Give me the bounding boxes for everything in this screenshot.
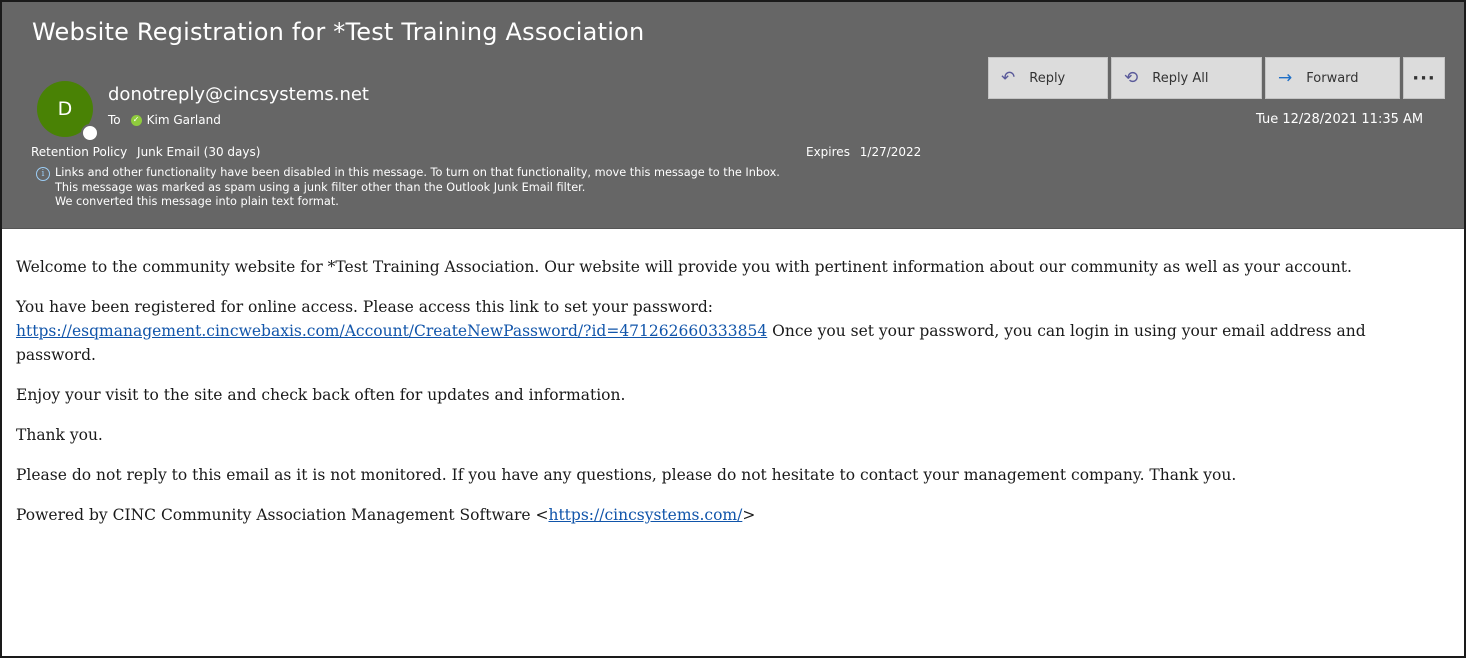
- recipient-name[interactable]: Kim Garland: [147, 113, 221, 127]
- to-label: To: [108, 113, 121, 127]
- body-text: Powered by CINC Community Association Ma…: [16, 506, 549, 524]
- body-paragraph: Thank you.: [16, 426, 103, 444]
- reply-all-icon: ⟲: [1124, 68, 1139, 88]
- available-check-icon: ✓: [130, 114, 142, 126]
- expires-value: 1/27/2022: [859, 145, 922, 159]
- email-reading-pane: Website Registration for *Test Training …: [0, 0, 1466, 658]
- sent-datetime: Tue 12/28/2021 11:35 AM: [1256, 112, 1424, 127]
- infobar: i Links and other functionality have bee…: [36, 166, 780, 210]
- infobar-line: This message was marked as spam using a …: [55, 180, 586, 194]
- body-paragraph: Enjoy your visit to the site and check b…: [16, 386, 626, 404]
- avatar-initial: D: [57, 98, 73, 120]
- expires-label: Expires: [806, 145, 850, 159]
- retention-policy: Retention Policy Junk Email (30 days): [31, 145, 260, 159]
- info-icon: i: [36, 167, 50, 181]
- forward-icon: →: [1278, 68, 1293, 88]
- create-password-link[interactable]: https://esqmanagement.cincwebaxis.com/Ac…: [16, 322, 767, 340]
- forward-button[interactable]: → Forward: [1265, 57, 1400, 99]
- body-text: You have been registered for online acce…: [16, 298, 714, 316]
- presence-status-icon: [81, 124, 99, 142]
- reply-all-label: Reply All: [1152, 70, 1209, 86]
- sender-address[interactable]: donotreply@cincsystems.net: [108, 84, 369, 105]
- infobar-line: We converted this message into plain tex…: [55, 195, 339, 208]
- more-icon: ···: [1412, 67, 1436, 89]
- email-subject: Website Registration for *Test Training …: [32, 18, 645, 46]
- message-actions: ↶ Reply ⟲ Reply All → Forward ···: [988, 57, 1445, 99]
- cincsystems-link[interactable]: https://cincsystems.com/: [548, 506, 742, 524]
- forward-label: Forward: [1306, 70, 1359, 86]
- body-paragraph: You have been registered for online acce…: [16, 295, 1450, 367]
- message-header: Website Registration for *Test Training …: [2, 2, 1464, 229]
- body-paragraph: Welcome to the community website for *Te…: [16, 258, 1352, 276]
- more-actions-button[interactable]: ···: [1403, 57, 1445, 99]
- reply-button[interactable]: ↶ Reply: [988, 57, 1108, 99]
- expires-info: Expires 1/27/2022: [806, 145, 921, 159]
- retention-value: Junk Email (30 days): [137, 145, 261, 159]
- infobar-line[interactable]: Links and other functionality have been …: [55, 166, 780, 181]
- reply-icon: ↶: [1001, 68, 1016, 88]
- reply-label: Reply: [1029, 70, 1066, 86]
- body-paragraph: Please do not reply to this email as it …: [16, 466, 1237, 484]
- body-text: >: [742, 506, 756, 524]
- recipient-row: To ✓ Kim Garland: [108, 113, 221, 127]
- message-body: Welcome to the community website for *Te…: [2, 229, 1464, 527]
- reply-all-button[interactable]: ⟲ Reply All: [1111, 57, 1262, 99]
- body-paragraph: Powered by CINC Community Association Ma…: [16, 503, 1450, 527]
- retention-label: Retention Policy: [31, 145, 128, 159]
